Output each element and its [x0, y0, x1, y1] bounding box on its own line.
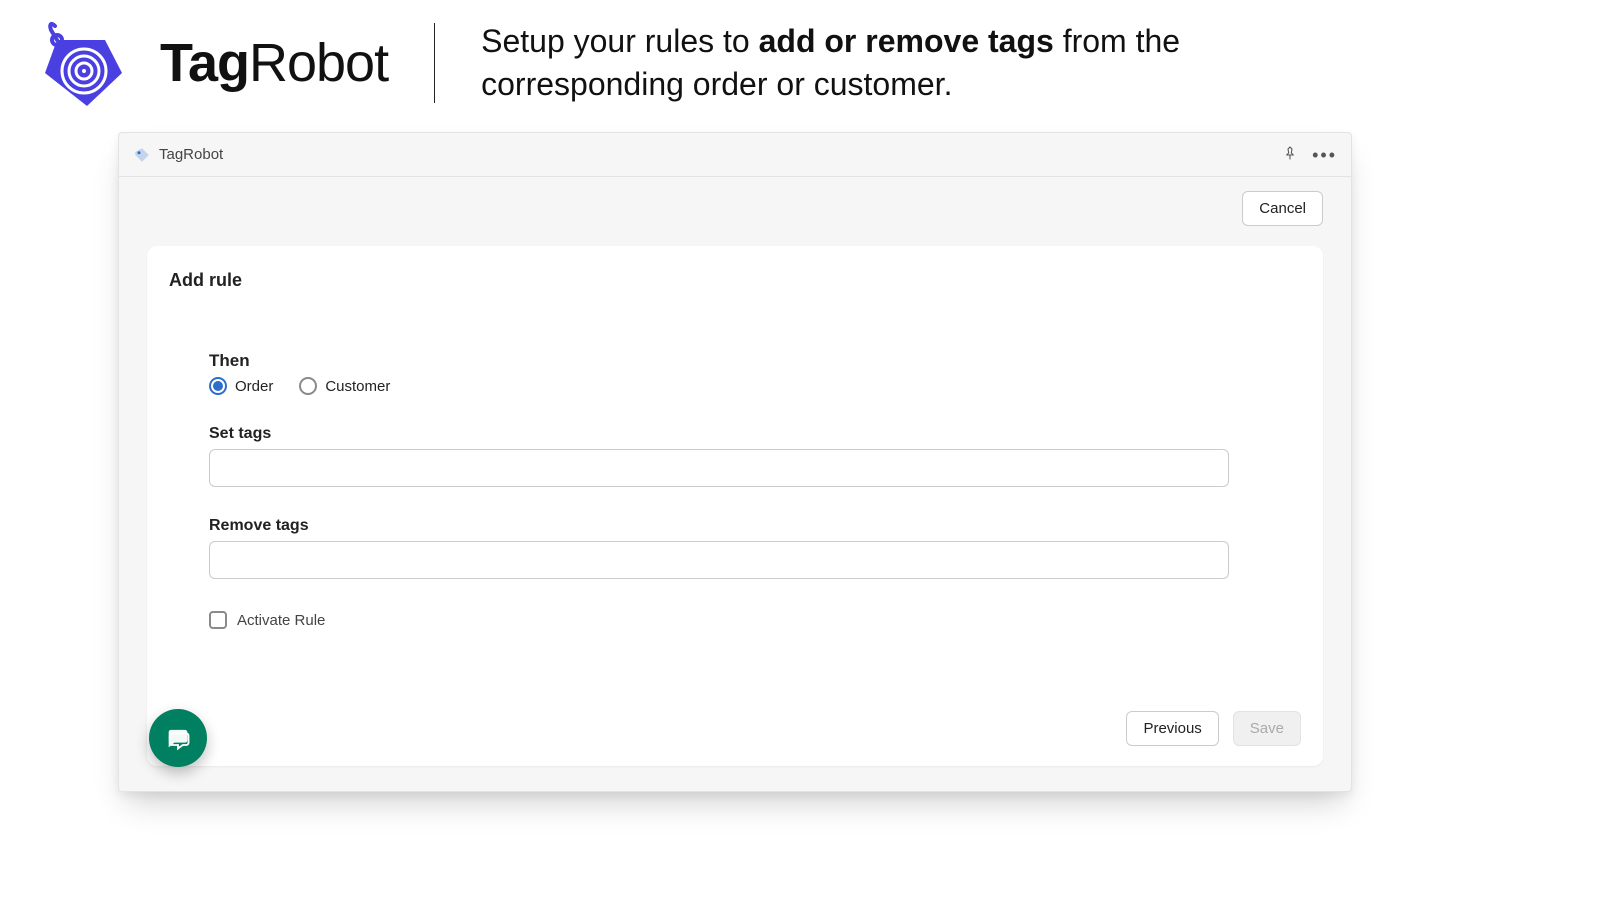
radio-order-label: Order — [235, 378, 273, 395]
radio-indicator — [299, 377, 317, 395]
radio-order[interactable]: Order — [209, 377, 273, 395]
remove-tags-label: Remove tags — [209, 517, 1301, 535]
brand-wordmark: TagRobot — [160, 32, 388, 94]
pin-icon[interactable] — [1282, 145, 1298, 165]
brand-bold: Tag — [160, 33, 249, 93]
remove-tags-group: Remove tags — [209, 517, 1301, 579]
card-title: Add rule — [169, 270, 1301, 291]
brand-light: Robot — [249, 33, 388, 93]
chat-icon — [164, 724, 192, 752]
remove-tags-input[interactable] — [209, 541, 1229, 579]
form-block: Then Order Customer Set tags Remove tags — [209, 351, 1301, 629]
app-topbar: TagRobot ••• — [119, 133, 1351, 177]
hero-blurb: Setup your rules to add or remove tags f… — [481, 20, 1381, 106]
cancel-row: Cancel — [119, 177, 1351, 226]
hero-header: TagRobot Setup your rules to add or remo… — [0, 0, 1600, 118]
topbar-left: TagRobot — [133, 146, 223, 164]
hero-divider — [434, 23, 435, 103]
tag-icon — [22, 18, 132, 108]
more-icon[interactable]: ••• — [1312, 146, 1337, 164]
topbar-right: ••• — [1282, 145, 1337, 165]
card-actions: Previous Save — [1126, 711, 1301, 746]
app-title: TagRobot — [159, 146, 223, 163]
then-label: Then — [209, 351, 1301, 371]
save-button[interactable]: Save — [1233, 711, 1301, 746]
radio-customer[interactable]: Customer — [299, 377, 390, 395]
set-tags-input[interactable] — [209, 449, 1229, 487]
set-tags-label: Set tags — [209, 425, 1301, 443]
chat-fab[interactable] — [149, 709, 207, 767]
radio-customer-label: Customer — [325, 378, 390, 395]
set-tags-group: Set tags — [209, 425, 1301, 487]
tag-icon — [133, 146, 151, 164]
app-window: TagRobot ••• Cancel Add rule Then Order — [118, 132, 1352, 792]
rule-card: Add rule Then Order Customer Set tags Re… — [147, 246, 1323, 766]
checkbox-box — [209, 611, 227, 629]
radio-indicator — [209, 377, 227, 395]
blurb-pre: Setup your rules to — [481, 23, 758, 59]
then-radio-group: Order Customer — [209, 377, 1301, 395]
brand-logo — [22, 18, 132, 108]
activate-rule-label: Activate Rule — [237, 612, 325, 629]
activate-rule-checkbox[interactable]: Activate Rule — [209, 611, 1301, 629]
cancel-button[interactable]: Cancel — [1242, 191, 1323, 226]
previous-button[interactable]: Previous — [1126, 711, 1218, 746]
blurb-strong: add or remove tags — [759, 23, 1054, 59]
